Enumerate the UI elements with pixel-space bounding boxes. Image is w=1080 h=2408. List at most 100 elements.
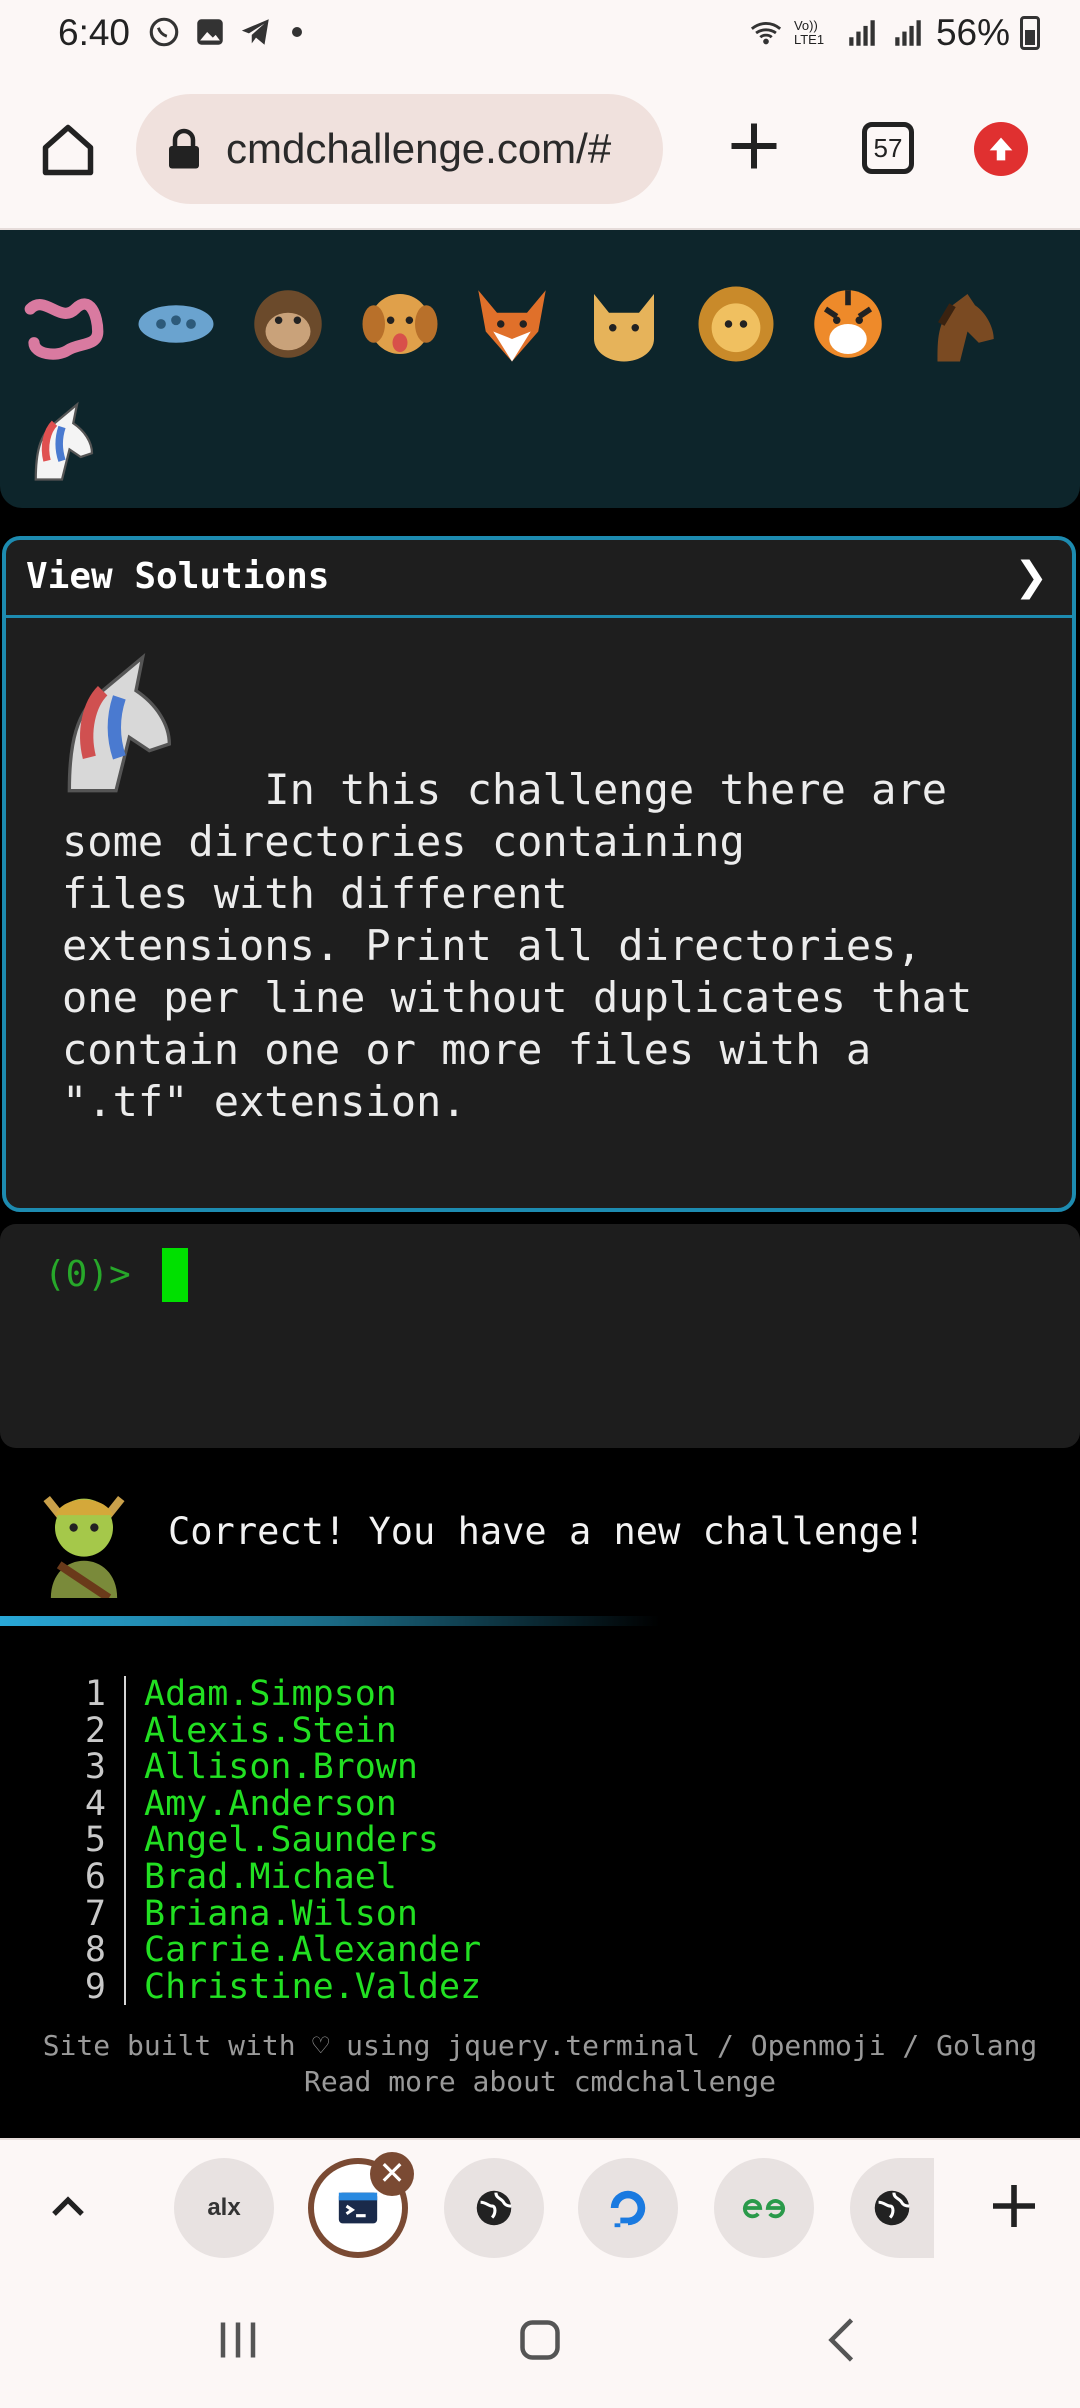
line-number: 1 bbox=[0, 1676, 126, 1713]
challenge-description: In this challenge there are some directo… bbox=[62, 712, 1042, 1180]
tiger-icon[interactable] bbox=[800, 276, 896, 372]
chevron-up-icon[interactable] bbox=[44, 2184, 92, 2232]
worm-icon[interactable] bbox=[16, 276, 112, 372]
new-tab-button[interactable] bbox=[724, 116, 784, 176]
battery-percent: 56% bbox=[935, 12, 1010, 53]
emoji-progress-panel bbox=[0, 230, 1080, 508]
list-item: 5 Angel.Saunders bbox=[0, 1822, 1080, 1859]
line-number: 9 bbox=[0, 1968, 126, 2006]
more-notifications-dot bbox=[292, 27, 302, 37]
page-content: View Solutions ❯ In this challenge there… bbox=[0, 230, 1080, 2138]
wifi-icon bbox=[748, 15, 784, 51]
globe-icon bbox=[476, 2190, 512, 2226]
footer: Site built with ♡ using jquery.terminal … bbox=[0, 2028, 1080, 2100]
chevron-right-icon: ❯ bbox=[1014, 554, 1048, 600]
list-item: 8 Carrie.Alexander bbox=[0, 1932, 1080, 1969]
view-solutions-toggle[interactable]: View Solutions ❯ bbox=[6, 540, 1072, 618]
emoji-row-1 bbox=[16, 276, 1024, 372]
browser-toolbar: cmdchallenge.com/# 57 bbox=[0, 70, 1080, 230]
line-number: 8 bbox=[0, 1932, 126, 1969]
list-item: 9 Christine.Valdez bbox=[0, 1966, 1080, 2007]
terminal[interactable]: (0)> bbox=[0, 1224, 1080, 1448]
terminal-prompt: (0)> bbox=[44, 1254, 131, 1295]
lion-icon[interactable] bbox=[688, 276, 784, 372]
signal-1-icon bbox=[844, 15, 880, 51]
status-time: 6:40 bbox=[58, 12, 131, 53]
tab-digitalocean[interactable] bbox=[578, 2158, 678, 2258]
line-number: 6 bbox=[0, 1858, 126, 1896]
list-item: 6 Brad.Michael bbox=[0, 1856, 1080, 1897]
terminal-icon bbox=[338, 2192, 378, 2224]
home-nav-icon[interactable] bbox=[510, 2310, 570, 2370]
list-item: 2 Alexis.Stein bbox=[0, 1710, 1080, 1751]
line-number: 5 bbox=[0, 1822, 126, 1859]
system-nav-bar bbox=[0, 2276, 1080, 2408]
list-item: 3 Allison.Brown bbox=[0, 1749, 1080, 1786]
notification-icons bbox=[146, 14, 302, 50]
dog-icon[interactable] bbox=[352, 276, 448, 372]
directory-name: Briana.Wilson bbox=[144, 1893, 418, 1934]
home-button[interactable] bbox=[38, 120, 98, 180]
tab-geeksforgeeks[interactable] bbox=[714, 2158, 814, 2258]
digitalocean-icon bbox=[610, 2190, 646, 2228]
feedback-row: Correct! You have a new challenge! bbox=[0, 1472, 1080, 1618]
list-item: 4 Amy.Anderson bbox=[0, 1783, 1080, 1824]
arrow-up-icon bbox=[989, 137, 1013, 161]
update-button[interactable] bbox=[974, 122, 1028, 176]
tab-globe-2[interactable] bbox=[850, 2158, 934, 2258]
battery-icon bbox=[1020, 16, 1040, 50]
whatsapp-icon bbox=[146, 14, 182, 50]
divider bbox=[0, 1616, 660, 1626]
directory-name: Allison.Brown bbox=[144, 1747, 418, 1788]
tab-alx[interactable]: alx bbox=[174, 2158, 274, 2258]
view-solutions-panel: View Solutions ❯ In this challenge there… bbox=[2, 536, 1076, 1212]
alx-logo: alx bbox=[207, 2194, 241, 2221]
monkey-icon[interactable] bbox=[240, 276, 336, 372]
plus-icon[interactable] bbox=[986, 2178, 1042, 2234]
line-number: 3 bbox=[0, 1749, 126, 1786]
terminal-cursor bbox=[162, 1248, 188, 1302]
line-number: 4 bbox=[0, 1785, 126, 1823]
globe-icon bbox=[874, 2190, 910, 2226]
line-number: 2 bbox=[0, 1712, 126, 1750]
volte-label: Vo)) LTE1 bbox=[793, 18, 825, 47]
feedback-message: Correct! You have a new challenge! bbox=[168, 1510, 926, 1553]
telegram-icon bbox=[238, 14, 274, 50]
tab-switcher-button[interactable]: 57 bbox=[862, 122, 914, 174]
emoji-row-2 bbox=[14, 394, 126, 490]
directory-name: Amy.Anderson bbox=[144, 1783, 397, 1824]
unicorn-icon[interactable] bbox=[14, 394, 110, 490]
gallery-icon bbox=[192, 14, 228, 50]
directory-name: Carrie.Alexander bbox=[144, 1930, 482, 1971]
footer-credits[interactable]: Site built with ♡ using jquery.terminal … bbox=[0, 2028, 1080, 2064]
home-icon bbox=[42, 124, 94, 176]
bottom-tab-toolbar: alx ✕ bbox=[0, 2138, 1080, 2278]
list-item: 1 Adam.Simpson bbox=[0, 1676, 1080, 1713]
microbe-icon[interactable] bbox=[128, 276, 224, 372]
challenge-text: In this challenge there are some directo… bbox=[62, 765, 973, 1126]
fox-icon[interactable] bbox=[464, 276, 560, 372]
cat-icon[interactable] bbox=[576, 276, 672, 372]
horse-icon[interactable] bbox=[912, 276, 1008, 372]
plus-icon bbox=[731, 123, 777, 169]
directory-name: Brad.Michael bbox=[144, 1856, 397, 1897]
status-bar: 6:40 Vo)) LTE1 56% bbox=[0, 0, 1080, 70]
address-bar[interactable]: cmdchallenge.com/# bbox=[136, 94, 663, 204]
back-icon[interactable] bbox=[814, 2310, 874, 2370]
view-solutions-title: View Solutions bbox=[26, 556, 330, 597]
directory-name: Angel.Saunders bbox=[144, 1820, 440, 1861]
list-item: 7 Briana.Wilson bbox=[0, 1893, 1080, 1934]
footer-read-more-link[interactable]: Read more about cmdchallenge bbox=[0, 2064, 1080, 2100]
recent-apps-icon[interactable] bbox=[208, 2310, 268, 2370]
directory-name: Christine.Valdez bbox=[144, 1966, 482, 2007]
directory-name: Alexis.Stein bbox=[144, 1710, 397, 1751]
directory-name: Adam.Simpson bbox=[144, 1674, 397, 1714]
geeksforgeeks-icon bbox=[742, 2199, 786, 2219]
line-number: 7 bbox=[0, 1895, 126, 1933]
elf-avatar-icon bbox=[43, 1495, 125, 1598]
close-tab-button[interactable]: ✕ bbox=[370, 2152, 414, 2196]
tab-globe-1[interactable] bbox=[444, 2158, 544, 2258]
lock-icon bbox=[169, 128, 199, 169]
url-text: cmdchallenge.com/# bbox=[226, 125, 612, 172]
signal-2-icon bbox=[890, 15, 926, 51]
